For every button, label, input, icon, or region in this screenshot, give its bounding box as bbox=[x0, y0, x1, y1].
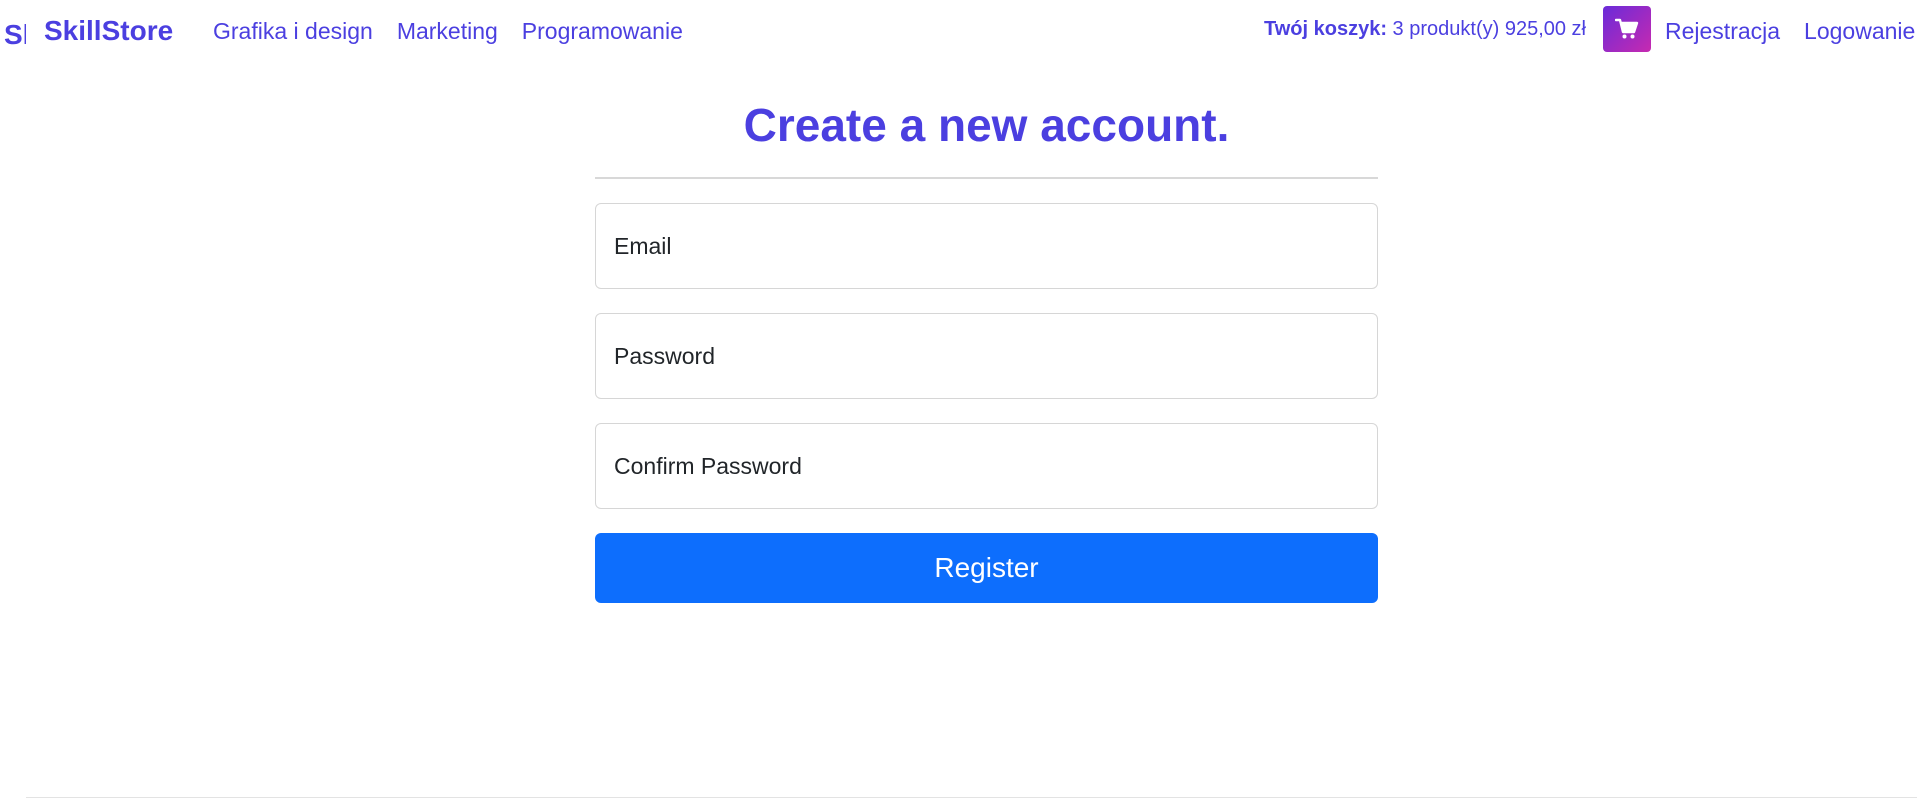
password-field[interactable] bbox=[596, 314, 1377, 398]
nav-link-programowanie[interactable]: Programowanie bbox=[522, 16, 683, 46]
confirm-password-field[interactable] bbox=[596, 424, 1377, 508]
nav-link-grafika[interactable]: Grafika i design bbox=[213, 16, 373, 46]
email-field-wrapper bbox=[595, 203, 1378, 289]
login-link[interactable]: Logowanie bbox=[1804, 16, 1915, 46]
brand-link[interactable]: SkillStore bbox=[44, 14, 173, 48]
register-link[interactable]: Rejestracja bbox=[1665, 16, 1780, 46]
password-field-wrapper bbox=[595, 313, 1378, 399]
account-nav: Rejestracja Logowanie bbox=[1665, 16, 1915, 46]
page-title: Create a new account. bbox=[743, 99, 1230, 151]
email-field[interactable] bbox=[596, 204, 1377, 288]
register-form: Create a new account. Register bbox=[595, 95, 1378, 603]
brand-logo[interactable]: SkillStore bbox=[4, 20, 26, 50]
footer-divider bbox=[26, 797, 1917, 798]
shopping-cart-icon bbox=[1615, 18, 1639, 39]
cart-summary-text: 3 produkt(y) 925,00 zł bbox=[1387, 18, 1586, 40]
register-button[interactable]: Register bbox=[595, 533, 1378, 603]
cart-button[interactable] bbox=[1603, 6, 1651, 52]
confirm-password-field-wrapper bbox=[595, 423, 1378, 509]
nav-link-marketing[interactable]: Marketing bbox=[397, 16, 498, 46]
cart-label: Twój koszyk: bbox=[1264, 18, 1387, 40]
navbar: SkillStore SkillStore Grafika i design M… bbox=[0, 0, 1917, 60]
title-divider bbox=[595, 177, 1378, 179]
category-nav: Grafika i design Marketing Programowanie bbox=[213, 16, 683, 46]
cart-summary: Twój koszyk: 3 produkt(y) 925,00 zł bbox=[1264, 15, 1586, 43]
